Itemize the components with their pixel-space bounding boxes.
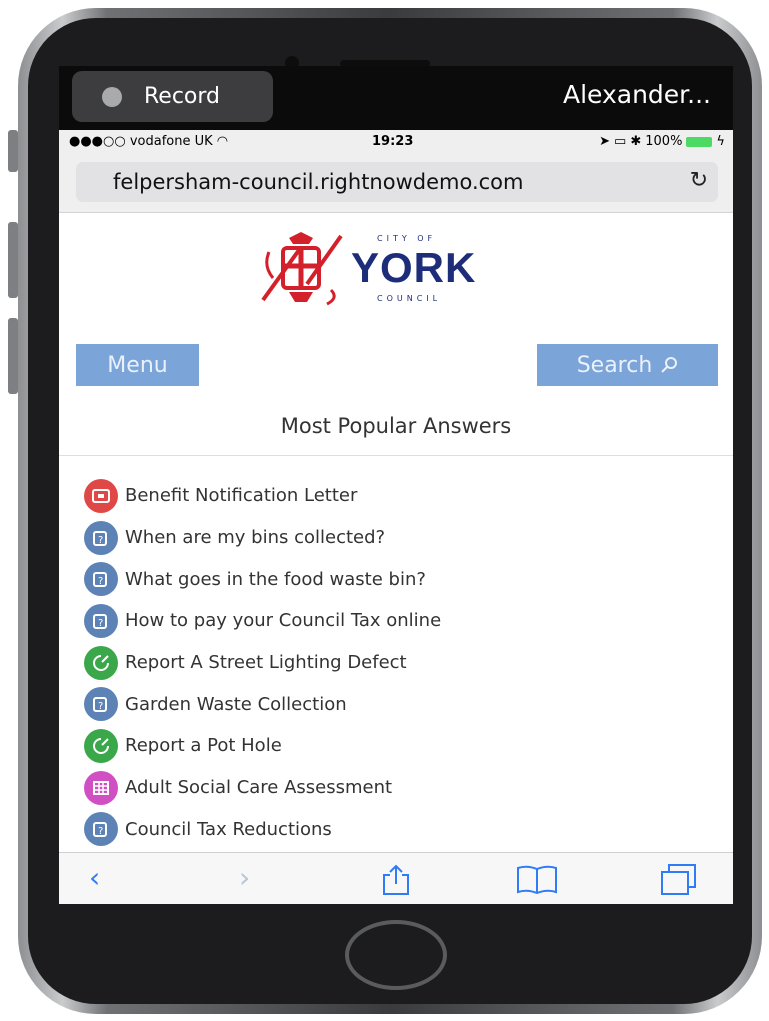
browser-toolbar: ‹ ›: [59, 852, 733, 904]
question-icon: ?: [84, 562, 118, 597]
answer-label: Garden Waste Collection: [125, 693, 347, 715]
answer-label: Report A Street Lighting Defect: [125, 652, 407, 674]
share-icon[interactable]: [379, 863, 413, 897]
status-time: 19:23: [372, 134, 414, 149]
record-label: Record: [144, 84, 221, 109]
section-title: Most Popular Answers: [280, 414, 512, 438]
search-icon: [661, 357, 678, 373]
report-icon: [84, 645, 118, 680]
answer-label: How to pay your Council Tax online: [125, 610, 442, 632]
carrier-label: ●●●○○ vodafone UK: [69, 134, 213, 149]
url-field[interactable]: felpersham-council.rightnowdemo.com ↻: [76, 162, 718, 202]
browser-address-bar: felpersham-council.rightnowdemo.com ↻: [59, 154, 733, 213]
menu-button[interactable]: Menu: [76, 344, 199, 386]
volume-down-button: [8, 318, 18, 394]
answer-item[interactable]: ? Council Tax Reductions: [84, 809, 724, 851]
record-button[interactable]: Record: [72, 71, 273, 122]
form-icon: [84, 770, 118, 805]
search-button[interactable]: Search: [537, 344, 718, 386]
answer-label: Adult Social Care Assessment: [125, 777, 393, 799]
screen-recorder-bar: Record Alexander...: [59, 66, 733, 130]
answer-label: What goes in the food waste bin?: [125, 568, 426, 590]
divider: [59, 455, 733, 456]
answer-label: Report a Pot Hole: [125, 735, 282, 757]
logo-city-of: CITY OF: [377, 234, 437, 243]
answer-item[interactable]: ? How to pay your Council Tax online: [84, 600, 724, 642]
charging-icon: ϟ: [716, 134, 725, 149]
forward-icon[interactable]: ›: [239, 861, 250, 894]
question-icon: ?: [84, 812, 118, 847]
answer-item[interactable]: Report a Pot Hole: [84, 725, 724, 767]
mute-switch: [8, 130, 18, 172]
reload-icon[interactable]: ↻: [690, 168, 708, 193]
url-text: felpersham-council.rightnowdemo.com: [113, 170, 524, 194]
answer-item[interactable]: Benefit Notification Letter: [84, 475, 724, 517]
menu-label: Menu: [107, 352, 168, 378]
bookmarks-icon[interactable]: [515, 865, 559, 895]
record-dot-icon: [102, 86, 122, 107]
search-label: Search: [576, 352, 653, 378]
report-icon: [84, 728, 118, 763]
logo-council: COUNCIL: [377, 294, 442, 303]
answer-item[interactable]: ? Garden Waste Collection: [84, 683, 724, 725]
volume-up-button: [8, 222, 18, 298]
city-of-york-logo[interactable]: CITY OF YORK COUNCIL: [259, 230, 529, 308]
location-arrow-icon: ➤: [599, 134, 611, 149]
logo-york: YORK: [351, 244, 477, 291]
recorder-user-name: Alexander...: [562, 80, 711, 109]
svg-text:?: ?: [98, 576, 103, 587]
svg-text:?: ?: [98, 618, 103, 629]
popular-answers-list: Benefit Notification Letter ? When are m…: [84, 475, 724, 850]
question-icon: ?: [84, 687, 118, 722]
wifi-icon: ◠: [216, 134, 229, 149]
answer-label: When are my bins collected?: [125, 527, 386, 549]
answer-label: Council Tax Reductions: [125, 818, 332, 840]
status-right: ➤ ▭ ✱ 100% ϟ: [599, 134, 725, 149]
home-button[interactable]: [345, 920, 447, 990]
question-icon: ?: [84, 520, 118, 555]
bluetooth-icon: ✱: [630, 134, 642, 149]
svg-text:?: ?: [98, 826, 103, 837]
status-bar: ●●●○○ vodafone UK ◠ 19:23 ➤ ▭ ✱ 100% ϟ: [59, 130, 733, 154]
battery-percent: 100%: [645, 134, 683, 149]
airplay-icon: ▭: [614, 134, 627, 149]
back-icon[interactable]: ‹: [89, 861, 100, 894]
letter-icon: [84, 478, 118, 513]
svg-text:?: ?: [98, 701, 103, 712]
answer-item[interactable]: ? When are my bins collected?: [84, 517, 724, 559]
carrier-signal: ●●●○○ vodafone UK ◠: [69, 134, 228, 149]
tabs-icon[interactable]: [659, 863, 699, 897]
phone-screen: ●●●○○ vodafone UK ◠ 19:23 ➤ ▭ ✱ 100% ϟ f…: [59, 130, 733, 904]
answer-item[interactable]: Report A Street Lighting Defect: [84, 642, 724, 684]
answer-item[interactable]: ? What goes in the food waste bin?: [84, 558, 724, 600]
battery-icon: [686, 136, 713, 147]
answer-item[interactable]: Adult Social Care Assessment: [84, 767, 724, 809]
svg-text:?: ?: [98, 535, 103, 546]
coat-of-arms-icon: [261, 232, 343, 306]
answer-label: Benefit Notification Letter: [125, 485, 358, 507]
question-icon: ?: [84, 603, 118, 638]
